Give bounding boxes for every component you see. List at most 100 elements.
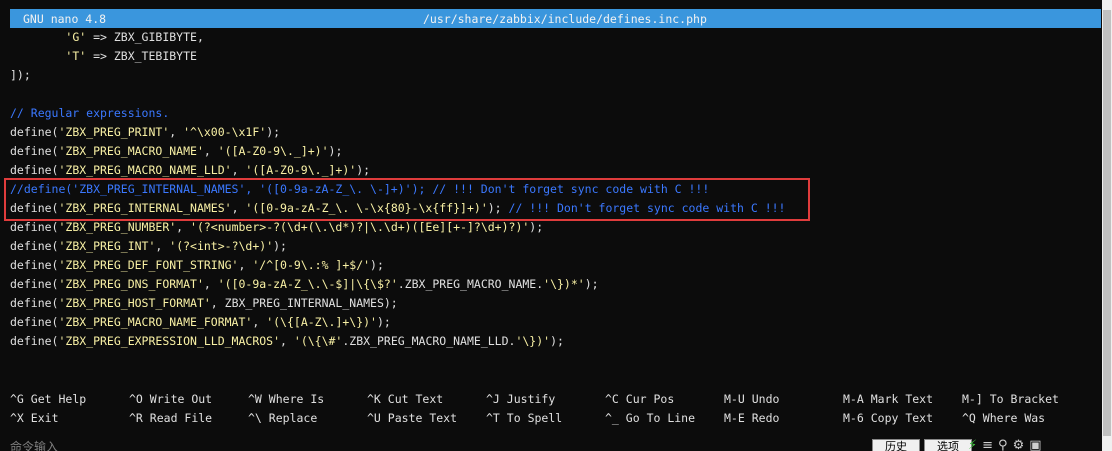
scrollbar-thumb[interactable] [1103,10,1111,436]
code-line[interactable]: define('ZBX_PREG_PRINT', '^\x00-\x1F'); [10,123,1101,142]
code-text: ); [584,277,599,291]
code-string: '^\x00-\x1F' [183,125,267,139]
shortcut-label: Replace [268,411,318,425]
code-text: ); [487,201,509,215]
shortcut-row-2: ^X Exit ^R Read File ^\ Replace ^U Paste Te… [10,409,1101,428]
shortcut-copy-text[interactable]: M-6 Copy Text [843,409,933,428]
code-text: , ZBX_PREG_INTERNAL_NAMES); [210,296,398,310]
code-string: 'T' [65,49,87,63]
code-string: '([A-Z0-9\._]+)' [245,163,357,177]
code-string: '\})' [515,334,551,348]
code-string: 'ZBX_PREG_PRINT' [58,125,170,139]
code-text: define( [10,239,59,253]
shortcut-row-1: ^G Get Help ^O Write Out ^W Where Is ^K Cut… [10,390,1101,409]
shortcut-cut-text[interactable]: ^K Cut Text [367,390,443,409]
code-line[interactable]: define('ZBX_PREG_NUMBER', '(?<number>-?(… [10,218,1101,237]
shortcut-label: Write Out [149,392,213,406]
code-line[interactable]: define('ZBX_PREG_INTERNAL_NAMES', '([0-9… [10,199,1101,218]
vertical-scrollbar[interactable] [1102,0,1112,451]
code-text: ); [356,163,371,177]
code-line[interactable]: 'G' => ZBX_GIBIBYTE, [10,28,1101,47]
code-string: 'ZBX_PREG_NUMBER' [58,220,177,234]
shortcut-key: ^\ [248,411,262,425]
gear-icon[interactable]: ⚙ [1013,438,1030,451]
shortcut-paste-text[interactable]: ^U Paste Text [367,409,457,428]
code-text: , [252,315,267,329]
code-text: .ZBX_PREG_MACRO_NAME_LLD. [342,334,516,348]
editor-buffer[interactable]: 'G' => ZBX_GIBIBYTE, 'T' => ZBX_TEBIBYTE… [10,28,1101,351]
code-comment: // !!! Don't forget sync code with C !!! [508,201,786,215]
shortcut-undo[interactable]: M-U Undo [724,390,779,409]
shortcut-write-out[interactable]: ^O Write Out [129,390,212,409]
code-line[interactable]: define('ZBX_PREG_DNS_FORMAT', '([0-9a-zA… [10,275,1101,294]
code-string: '(\{[A-Z\.]+\})' [266,315,377,329]
shortcut-label: Get Help [30,392,87,406]
command-input-label[interactable]: 命令输入 [10,438,58,451]
code-line[interactable]: define('ZBX_PREG_DEF_FONT_STRING', '/^[0… [10,256,1101,275]
code-string: '\})*' [543,277,585,291]
shortcut-key: ^T [486,411,500,425]
shortcut-label: Where Was [982,411,1046,425]
code-line[interactable]: ]); [10,66,1101,85]
code-string: 'ZBX_PREG_INTERNAL_NAMES' [58,201,232,215]
shortcut-to-bracket[interactable]: M-] To Bracket [962,390,1059,409]
code-line[interactable]: define('ZBX_PREG_HOST_FORMAT', ZBX_PREG_… [10,294,1101,313]
code-text: , [203,277,218,291]
shortcut-key: M-A [843,392,864,406]
lightning-icon[interactable]: ⚡ [968,438,982,451]
code-string: 'ZBX_PREG_MACRO_NAME' [58,144,204,158]
terminal-window[interactable]: GNU nano 4.8 /usr/share/zabbix/include/d… [0,0,1102,451]
shortcut-where-is[interactable]: ^W Where Is [248,390,324,409]
shortcut-label: Undo [751,392,780,406]
shortcut-label: Redo [751,411,780,425]
code-line[interactable]: define('ZBX_PREG_EXPRESSION_LLD_MACROS',… [10,332,1101,351]
shortcut-where-was[interactable]: ^Q Where Was [962,409,1045,428]
code-line[interactable]: define('ZBX_PREG_INT', '(?<int>-?\d+)'); [10,237,1101,256]
code-line[interactable] [10,85,1101,104]
code-text: define( [10,220,59,234]
toolbar-icons: ⚡≡⚲⚙▣ [968,438,1047,451]
shortcut-key: ^W [248,392,262,406]
code-text: ); [550,334,564,348]
shortcut-go-to-line[interactable]: ^_ Go To Line [605,409,695,428]
lines-icon[interactable]: ≡ [982,438,998,451]
code-line[interactable]: // Regular expressions. [10,104,1101,123]
code-line[interactable]: define('ZBX_PREG_MACRO_NAME_FORMAT', '(\… [10,313,1101,332]
shortcut-justify[interactable]: ^J Justify [486,390,555,409]
shortcut-label: Exit [30,411,59,425]
code-text: , [169,125,184,139]
shortcut-get-help[interactable]: ^G Get Help [10,390,86,409]
editor-name: GNU nano 4.8 [23,11,107,26]
shortcut-cur-pos[interactable]: ^C Cur Pos [605,390,674,409]
shortcut-redo[interactable]: M-E Redo [724,409,779,428]
code-string: 'ZBX_PREG_HOST_FORMAT' [58,296,211,310]
code-line[interactable]: define('ZBX_PREG_MACRO_NAME_LLD', '([A-Z… [10,161,1101,180]
code-string: 'ZBX_PREG_EXPRESSION_LLD_MACROS' [58,334,281,348]
code-text: define( [10,277,59,291]
shortcut-key: ^J [486,392,500,406]
shortcut-replace[interactable]: ^\ Replace [248,409,317,428]
code-line[interactable]: define('ZBX_PREG_MACRO_NAME', '([A-Z0-9\… [10,142,1101,161]
code-text: define( [10,125,59,139]
code-line[interactable]: 'T' => ZBX_TEBIBYTE [10,47,1101,66]
shortcut-read-file[interactable]: ^R Read File [129,409,212,428]
code-string: '/^[0-9\.:% ]+$/' [252,258,371,272]
code-text: => ZBX_GIBIBYTE, [86,30,204,44]
code-text: , [155,239,170,253]
clipboard-icon[interactable]: ▣ [1029,438,1046,451]
shortcut-label: Justify [506,392,556,406]
shortcut-to-spell[interactable]: ^T To Spell [486,409,562,428]
options-button[interactable]: 选项 [924,439,972,451]
code-string: '(\{\#' [293,334,343,348]
code-text: , [203,144,218,158]
shortcut-label: Read File [149,411,213,425]
shortcut-mark-text[interactable]: M-A Mark Text [843,390,933,409]
history-button[interactable]: 历史 [872,439,920,451]
code-text: ); [370,258,384,272]
search-icon[interactable]: ⚲ [998,438,1013,451]
code-line[interactable]: //define('ZBX_PREG_INTERNAL_NAMES', '([0… [10,180,1101,199]
code-string: 'ZBX_PREG_MACRO_NAME_LLD' [58,163,232,177]
code-text: define( [10,296,59,310]
code-text: define( [10,258,59,272]
shortcut-exit[interactable]: ^X Exit [10,409,59,428]
